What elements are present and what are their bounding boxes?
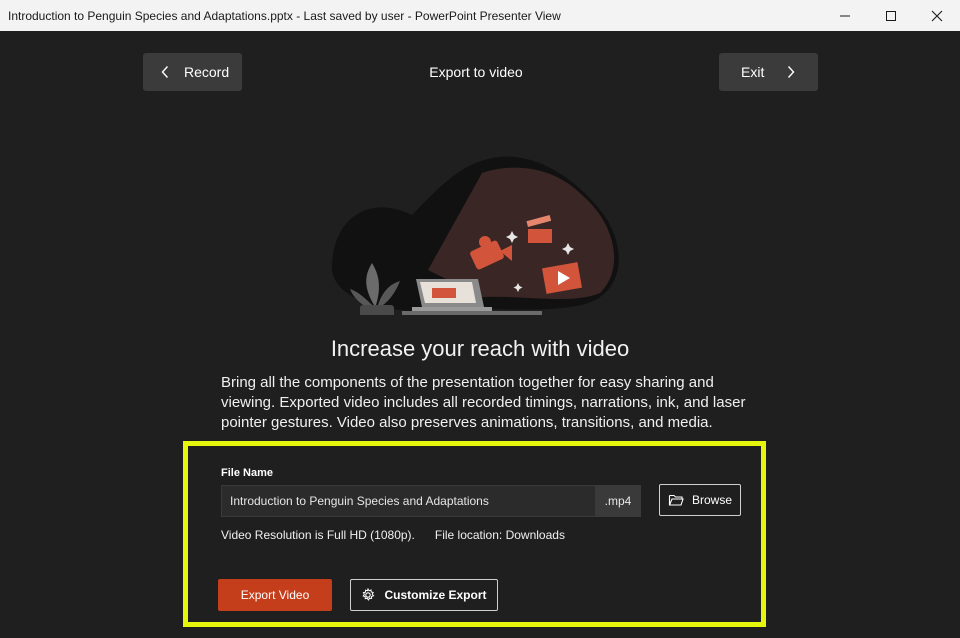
desk	[402, 311, 542, 315]
exit-button[interactable]: Exit	[719, 53, 818, 91]
export-video-button[interactable]: Export Video	[218, 579, 332, 611]
close-button[interactable]	[914, 0, 960, 31]
maximize-icon	[886, 10, 896, 21]
window-controls	[822, 0, 960, 31]
browse-label: Browse	[691, 493, 732, 507]
customize-export-label: Customize Export	[384, 588, 487, 602]
export-panel: Record Export to video Exit Increase you…	[2, 31, 954, 638]
chevron-right-icon	[788, 66, 795, 78]
file-name-label: File Name	[221, 467, 273, 479]
chevron-left-icon	[161, 66, 169, 78]
description: Bring all the components of the presenta…	[221, 374, 746, 431]
page-title: Export to video	[429, 64, 523, 80]
minimize-button[interactable]	[822, 0, 868, 31]
file-name-input[interactable]: Introduction to Penguin Species and Adap…	[221, 485, 595, 517]
video-illustration	[332, 156, 619, 315]
export-info: Video Resolution is Full HD (1080p). File…	[221, 528, 565, 542]
close-icon	[931, 10, 943, 21]
customize-export-button[interactable]: Customize Export	[350, 579, 498, 611]
gear-icon	[362, 588, 375, 601]
title-bar: Introduction to Penguin Species and Adap…	[0, 0, 960, 31]
browse-button[interactable]: Browse	[659, 484, 741, 516]
minimize-icon	[840, 15, 850, 16]
resolution-text: Video Resolution is Full HD (1080p).	[221, 528, 415, 542]
exit-label: Exit	[741, 64, 765, 80]
folder-icon	[668, 494, 684, 506]
export-video-label: Export Video	[240, 588, 310, 602]
file-extension: .mp4	[595, 485, 641, 517]
record-button[interactable]: Record	[143, 53, 242, 91]
headline: Increase your reach with video	[330, 336, 630, 361]
window-title: Introduction to Penguin Species and Adap…	[8, 8, 561, 23]
maximize-button[interactable]	[868, 0, 914, 31]
record-label: Record	[184, 64, 230, 80]
location-text: File location: Downloads	[434, 528, 565, 542]
